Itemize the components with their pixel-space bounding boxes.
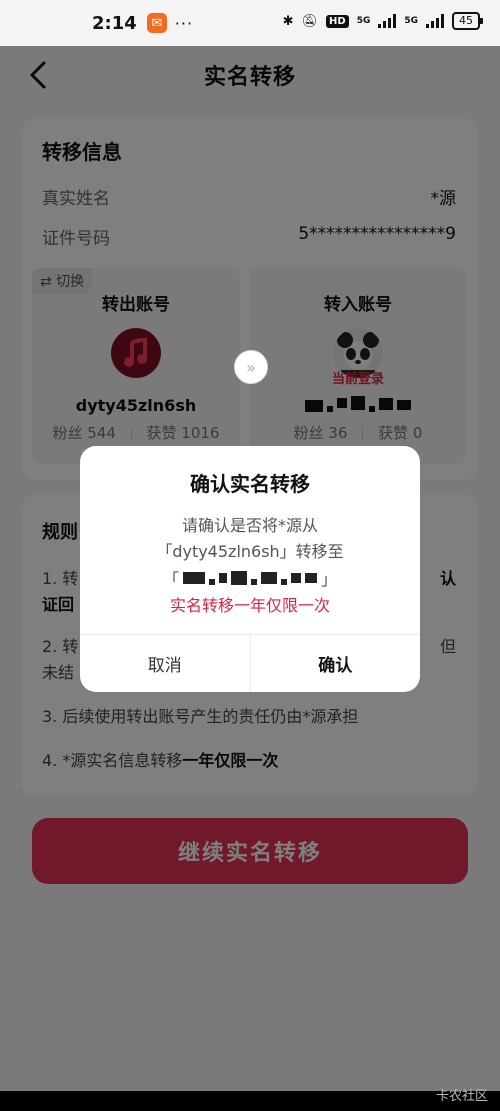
dialog-title: 确认实名转移: [190, 472, 310, 496]
confirm-button[interactable]: 确认: [251, 635, 421, 692]
double-chevron-right-icon: »: [234, 350, 268, 384]
dialog-warning: 实名转移一年仅限一次: [169, 596, 330, 615]
signal-icon: [378, 14, 397, 28]
dialog-line-2: 「dyty45zln6sh」转移至: [156, 542, 344, 561]
dialog-target-redacted: 「 」: [116, 566, 384, 590]
hd-badge: HD: [326, 14, 349, 28]
dialog-line-1: 请确认是否将*源从: [181, 516, 318, 535]
network-5g-label-2: 5G: [404, 16, 418, 26]
status-bar: 2:14 ✉ ··· ✱ 🔕︎ HD 5G 5G 45: [0, 0, 500, 46]
status-icons: ✱ 🔕︎ HD 5G 5G 45: [282, 12, 483, 30]
app-notification-icon: ✉: [146, 13, 167, 33]
mute-bell-icon: 🔕︎: [301, 13, 319, 29]
more-notifications-icon: ···: [174, 13, 194, 33]
dialog-bracket-close: 」: [321, 570, 338, 589]
confirm-dialog: 确认实名转移 请确认是否将*源从 「dyty45zln6sh」转移至 「 」 实…: [80, 446, 420, 692]
battery-icon: 45: [452, 12, 483, 30]
dialog-bracket-open: 「: [162, 570, 179, 589]
signal-icon-2: [426, 14, 444, 28]
status-time: 2:14: [92, 12, 137, 34]
cancel-button[interactable]: 取消: [80, 635, 251, 692]
bottom-bar: [0, 1091, 500, 1111]
watermark: 卡农社区: [435, 1089, 488, 1104]
bluetooth-icon: ✱: [282, 13, 294, 29]
dialog-buttons: 取消 确认: [80, 634, 420, 692]
network-5g-label: 5G: [356, 16, 371, 26]
